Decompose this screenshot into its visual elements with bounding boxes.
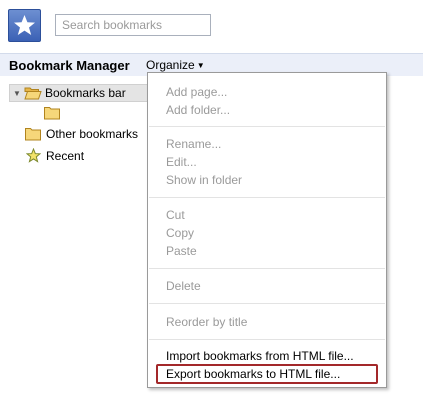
menu-item-add-page[interactable]: Add page... [148,83,386,101]
tree-item-label: Recent [46,149,85,163]
menu-item-show-in-folder[interactable]: Show in folder [148,171,386,189]
tree-item-subfolder[interactable] [44,104,64,122]
tree-item-other-bookmarks[interactable]: Other bookmarks [25,126,160,144]
page-title: Bookmark Manager [9,58,130,73]
folder-icon [44,107,60,120]
menu-item-import-bookmarks[interactable]: Import bookmarks from HTML file... [148,347,386,365]
menu-item-paste[interactable]: Paste [148,242,386,260]
menu-item-edit[interactable]: Edit... [148,153,386,171]
menu-item-add-folder[interactable]: Add folder... [148,101,386,119]
tree-item-recent[interactable]: Recent [25,148,125,166]
menu-item-delete[interactable]: Delete [148,277,386,295]
menu-item-cut[interactable]: Cut [148,206,386,224]
tree-item-label: Bookmarks bar [45,86,126,100]
organize-label: Organize [146,58,195,72]
menu-separator [149,303,385,304]
organize-dropdown-menu: Add page... Add folder... Rename... Edit… [147,72,387,388]
menu-separator [149,339,385,340]
menu-separator [149,268,385,269]
menu-item-reorder-by-title[interactable]: Reorder by title [148,313,386,331]
tree-item-bookmarks-bar[interactable]: ▼ Bookmarks bar [9,84,159,102]
chevron-down-icon: ▼ [196,61,205,70]
search-input[interactable] [55,14,211,36]
menu-item-copy[interactable]: Copy [148,224,386,242]
menu-item-rename[interactable]: Rename... [148,135,386,153]
folder-open-icon [24,87,42,100]
organize-menu-button[interactable]: Organize ▼ [146,58,205,72]
menu-item-export-bookmarks[interactable]: Export bookmarks to HTML file... [148,365,386,383]
bookmark-manager-star-icon [8,9,41,42]
folder-icon [25,128,41,141]
menu-separator [149,197,385,198]
tree-item-label: Other bookmarks [46,127,139,141]
expand-triangle-icon[interactable]: ▼ [13,89,21,98]
star-icon [26,148,41,163]
menu-separator [149,126,385,127]
